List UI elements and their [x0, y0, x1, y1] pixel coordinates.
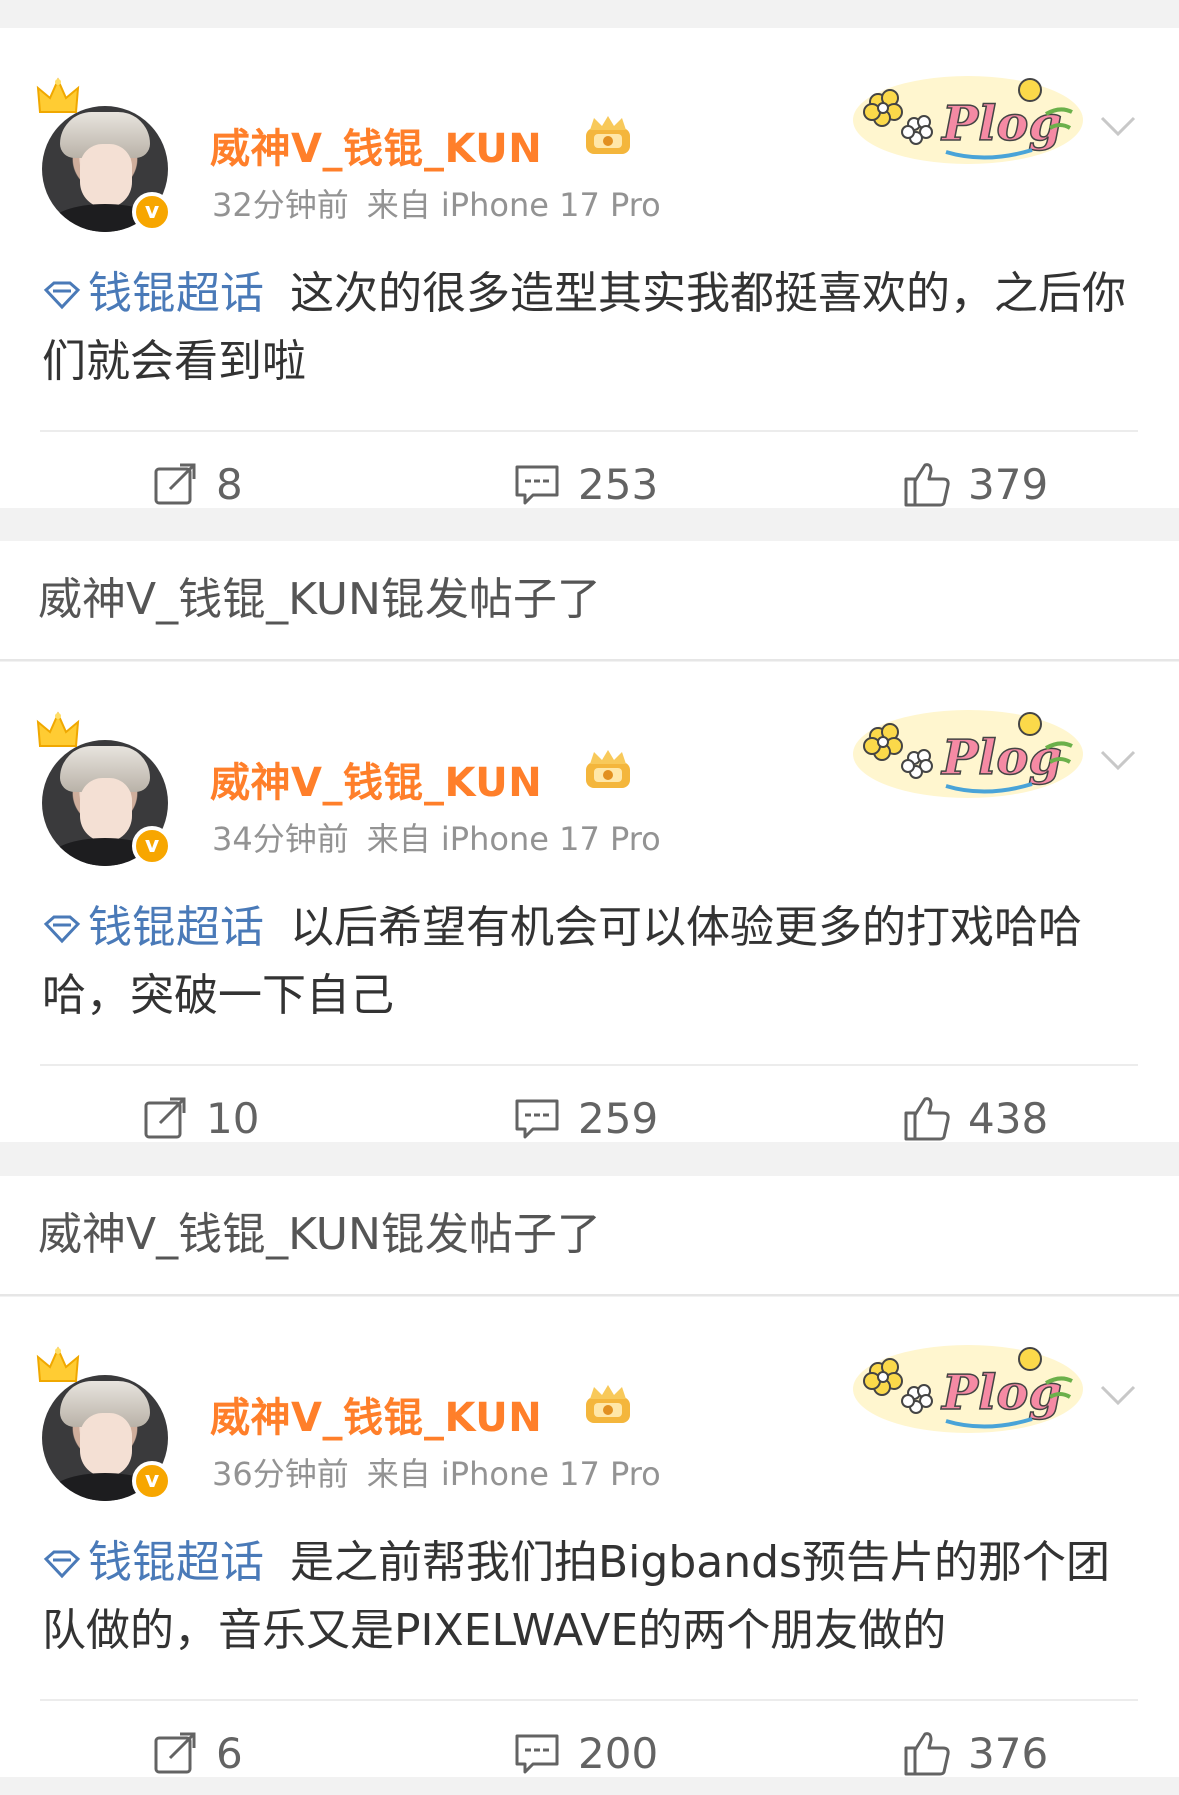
avatar[interactable]: v: [36, 711, 176, 866]
notice-text: 威神V_钱锟_KUN锟发帖子了: [38, 1209, 601, 1260]
like-icon: [904, 463, 950, 507]
chevron-down-icon[interactable]: [1098, 748, 1138, 772]
repost-count: 10: [206, 1093, 260, 1143]
like-button[interactable]: 379: [902, 456, 1048, 512]
repost-button[interactable]: 10: [140, 1090, 259, 1146]
topic-name[interactable]: 钱锟超话: [88, 1537, 264, 1588]
vip-icon[interactable]: [580, 114, 636, 158]
like-count: 376: [968, 1728, 1049, 1778]
post-content[interactable]: 钱锟超话 这次的很多造型其实我都挺喜欢的，之后你们就会看到啦: [42, 260, 1142, 396]
avatar[interactable]: v: [36, 1346, 176, 1501]
chevron-down-icon[interactable]: [1098, 114, 1138, 138]
username[interactable]: 威神V_钱锟_KUN: [210, 750, 542, 808]
plog-badge[interactable]: Plog: [850, 702, 1085, 802]
plog-badge-label: Plog: [940, 96, 1062, 152]
like-icon: [904, 1097, 950, 1141]
repost-button[interactable]: 6: [150, 1725, 243, 1781]
chevron-down-icon[interactable]: [1098, 1383, 1138, 1407]
verified-icon: v: [132, 192, 172, 232]
comment-count: 200: [578, 1728, 659, 1778]
post-meta: 34分钟前 来自 iPhone 17 Pro: [212, 814, 661, 860]
plog-badge-label: Plog: [940, 730, 1062, 786]
crown-icon: [36, 1346, 80, 1382]
divider: [0, 1294, 1179, 1296]
crown-icon: [36, 711, 80, 747]
post-card[interactable]: v 威神V_钱锟_KUN 34分钟前来自 iPhone 17 Pro Plog: [0, 662, 1179, 1143]
topic-name[interactable]: 钱锟超话: [88, 268, 264, 319]
topic-link[interactable]: 钱锟超话: [42, 268, 290, 319]
post-time: 36分钟前: [212, 1455, 349, 1493]
repost-count: 8: [216, 459, 243, 509]
vip-icon[interactable]: [580, 1383, 636, 1427]
weibo-feed: v 威神V_钱锟_KUN 32分钟前来自 iPhone 17 Pro Plog: [0, 0, 1179, 1795]
like-button[interactable]: 438: [902, 1090, 1048, 1146]
post-source: 来自 iPhone 17 Pro: [366, 186, 661, 224]
plog-badge[interactable]: Plog: [850, 68, 1085, 168]
plog-badge[interactable]: Plog: [850, 1337, 1085, 1437]
username[interactable]: 威神V_钱锟_KUN: [210, 1385, 542, 1443]
divider: [0, 659, 1179, 661]
post-time: 34分钟前: [212, 820, 349, 858]
repost-icon: [144, 1097, 186, 1139]
post-content[interactable]: 钱锟超话 是之前帮我们拍Bigbands预告片的那个团队做的，音乐又是PIXELW…: [42, 1529, 1142, 1665]
post-content[interactable]: 钱锟超话 以后希望有机会可以体验更多的打戏哈哈哈，突破一下自己: [42, 894, 1142, 1030]
topic-name[interactable]: 钱锟超话: [88, 902, 264, 953]
verified-icon: v: [132, 1461, 172, 1501]
post-source: 来自 iPhone 17 Pro: [366, 820, 661, 858]
topic-link[interactable]: 钱锟超话: [42, 902, 290, 953]
post-meta: 36分钟前 来自 iPhone 17 Pro: [212, 1449, 661, 1495]
repost-button[interactable]: 8: [150, 456, 243, 512]
like-icon: [904, 1732, 950, 1776]
vip-icon[interactable]: [580, 748, 636, 792]
like-button[interactable]: 376: [902, 1725, 1048, 1781]
post-notice[interactable]: 威神V_钱锟_KUN锟发帖子了: [0, 541, 1179, 659]
comment-button[interactable]: 200: [512, 1725, 658, 1781]
repost-count: 6: [216, 1728, 243, 1778]
topic-diamond-icon: [43, 281, 81, 310]
comment-button[interactable]: 253: [512, 456, 658, 512]
username[interactable]: 威神V_钱锟_KUN: [210, 116, 542, 174]
avatar[interactable]: v: [36, 77, 176, 232]
post-card[interactable]: v 威神V_钱锟_KUN 32分钟前来自 iPhone 17 Pro Plog: [0, 28, 1179, 509]
crown-icon: [36, 77, 80, 113]
comment-count: 253: [578, 459, 659, 509]
action-bar: 6 200 376: [0, 1701, 1179, 1795]
post-card[interactable]: v 威神V_钱锟_KUN 36分钟前来自 iPhone 17 Pro Plog: [0, 1297, 1179, 1778]
post-meta: 32分钟前 来自 iPhone 17 Pro: [212, 180, 661, 226]
action-bar: 8 253 379: [0, 432, 1179, 536]
plog-badge-label: Plog: [940, 1365, 1062, 1421]
post-source: 来自 iPhone 17 Pro: [366, 1455, 661, 1493]
verified-icon: v: [132, 826, 172, 866]
comment-icon: [515, 1734, 559, 1774]
repost-icon: [154, 1732, 196, 1774]
comment-count: 259: [578, 1093, 659, 1143]
repost-icon: [154, 463, 196, 505]
comment-button[interactable]: 259: [512, 1090, 658, 1146]
topic-diamond-icon: [43, 1550, 81, 1579]
comment-icon: [515, 1099, 559, 1139]
topic-link[interactable]: 钱锟超话: [42, 1537, 290, 1588]
topic-diamond-icon: [43, 915, 81, 944]
post-time: 32分钟前: [212, 186, 349, 224]
comment-icon: [515, 465, 559, 505]
action-bar: 10 259 438: [0, 1066, 1179, 1170]
notice-text: 威神V_钱锟_KUN锟发帖子了: [38, 574, 601, 625]
like-count: 438: [968, 1093, 1049, 1143]
like-count: 379: [968, 459, 1049, 509]
top-spacer: [0, 0, 1179, 28]
post-notice[interactable]: 威神V_钱锟_KUN锟发帖子了: [0, 1176, 1179, 1294]
